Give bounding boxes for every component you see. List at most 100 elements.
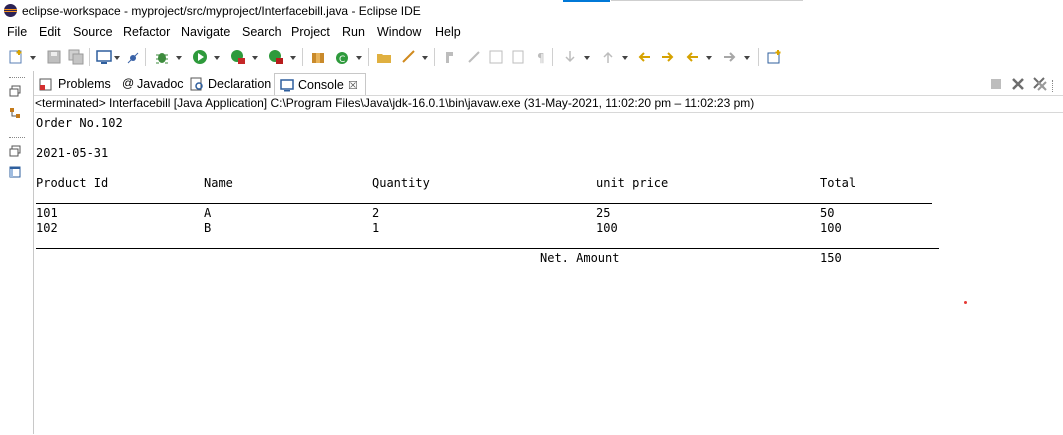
- forward-arrow-icon[interactable]: [722, 49, 738, 65]
- new-dropdown-arrow[interactable]: [30, 56, 36, 60]
- coverage-icon[interactable]: [230, 49, 246, 65]
- open-perspective-icon[interactable]: [766, 49, 782, 65]
- terminate-icon[interactable]: [989, 77, 1003, 91]
- drag-handle[interactable]: [9, 137, 25, 140]
- menu-project[interactable]: Project: [291, 25, 330, 39]
- tab-label: Console: [298, 78, 344, 92]
- title-divider: [611, 0, 803, 1]
- last-edit-forward-icon[interactable]: [660, 49, 676, 65]
- view-menu-handle[interactable]: [1052, 80, 1055, 92]
- tab-label: Javadoc: [137, 77, 184, 91]
- toolbar-separator: [552, 48, 553, 66]
- menu-run[interactable]: Run: [342, 25, 365, 39]
- search-dropdown-arrow[interactable]: [422, 56, 428, 60]
- toolbar-separator: [758, 48, 759, 66]
- terminal-dropdown-arrow[interactable]: [114, 56, 120, 60]
- eclipse-logo-icon: [4, 4, 17, 17]
- title-bar: eclipse-workspace - myproject/src/myproj…: [0, 0, 1063, 22]
- debug-dropdown-arrow[interactable]: [176, 56, 182, 60]
- save-all-icon[interactable]: [68, 49, 84, 65]
- tab-javadoc[interactable]: @ Javadoc: [122, 73, 188, 95]
- new-class-dropdown-arrow[interactable]: [356, 56, 362, 60]
- toggle-mark-occurrences-icon[interactable]: [442, 49, 458, 65]
- declaration-icon: [190, 77, 203, 91]
- restore-icon[interactable]: [9, 145, 21, 157]
- menu-help[interactable]: Help: [435, 25, 461, 39]
- toolbar-separator: [302, 48, 303, 66]
- menu-source[interactable]: Source: [73, 25, 113, 39]
- svg-text:C: C: [339, 55, 345, 65]
- row-2-quantity: 1: [372, 221, 380, 235]
- row-1-quantity: 2: [372, 206, 380, 220]
- tab-declaration[interactable]: Declaration: [190, 73, 274, 95]
- terminal-icon[interactable]: [96, 49, 112, 65]
- order-date: 2021-05-31: [36, 146, 109, 160]
- menu-bar: File Edit Source Refactor Navigate Searc…: [0, 22, 1063, 43]
- next-annotation-dropdown-arrow[interactable]: [584, 56, 590, 60]
- toggle-breadcrumb-icon[interactable]: [466, 49, 482, 65]
- console-output[interactable]: Order No.102 2021-05-31 Product Id Name …: [35, 112, 1063, 435]
- skip-breakpoints-icon[interactable]: [125, 49, 141, 65]
- run-dropdown-arrow[interactable]: [214, 56, 220, 60]
- console-icon: [280, 79, 294, 92]
- net-amount-label: Net. Amount: [540, 251, 620, 265]
- forward-dropdown-arrow[interactable]: [744, 56, 750, 60]
- menu-window[interactable]: Window: [377, 25, 421, 39]
- row-1-name: A: [204, 206, 212, 220]
- hierarchy-icon[interactable]: [9, 107, 21, 119]
- back-dropdown-arrow[interactable]: [706, 56, 712, 60]
- run-icon[interactable]: [192, 49, 208, 65]
- tab-console[interactable]: Console ☒: [274, 73, 366, 95]
- header-total: Total: [820, 176, 857, 190]
- debug-icon[interactable]: [154, 49, 170, 65]
- row-1-unit-price: 25: [596, 206, 611, 220]
- menu-refactor[interactable]: Refactor: [123, 25, 170, 39]
- next-annotation-icon[interactable]: [562, 49, 578, 65]
- title-accent-bar: [563, 0, 610, 2]
- save-icon[interactable]: [46, 49, 62, 65]
- previous-annotation-icon[interactable]: [600, 49, 616, 65]
- menu-search[interactable]: Search: [242, 25, 282, 39]
- row-2-product-id: 102: [36, 221, 58, 235]
- last-edit-location-icon[interactable]: [636, 49, 652, 65]
- header-divider: [36, 203, 932, 204]
- coverage-dropdown-arrow[interactable]: [252, 56, 258, 60]
- svg-text:¶: ¶: [537, 51, 545, 65]
- row-1-total: 50: [820, 206, 835, 220]
- row-2-total: 100: [820, 221, 842, 235]
- left-trim-stack: [0, 71, 34, 434]
- pilcrow-icon[interactable]: ¶: [534, 49, 550, 65]
- row-2-name: B: [204, 221, 212, 235]
- back-arrow-icon[interactable]: [684, 49, 700, 65]
- total-divider: [36, 248, 939, 249]
- toggle-block-selection-icon[interactable]: [488, 49, 504, 65]
- toolbar-separator: [145, 48, 146, 66]
- search-icon[interactable]: [400, 49, 416, 65]
- close-icon[interactable]: ☒: [348, 79, 358, 92]
- menu-navigate[interactable]: Navigate: [181, 25, 230, 39]
- new-java-class-icon[interactable]: C: [334, 49, 350, 65]
- outline-icon[interactable]: [9, 166, 21, 178]
- window-title: eclipse-workspace - myproject/src/myproj…: [22, 4, 421, 18]
- new-java-package-icon[interactable]: [310, 49, 326, 65]
- show-whitespace-icon[interactable]: [510, 49, 526, 65]
- drag-handle[interactable]: [9, 77, 25, 80]
- remove-all-terminated-icon[interactable]: [1033, 77, 1047, 91]
- new-icon[interactable]: [8, 49, 24, 65]
- tab-label: Problems: [58, 77, 111, 91]
- restore-icon[interactable]: [9, 85, 21, 97]
- javadoc-icon: @: [122, 76, 135, 90]
- previous-annotation-dropdown-arrow[interactable]: [622, 56, 628, 60]
- external-tools-dropdown-arrow[interactable]: [290, 56, 296, 60]
- external-tools-icon[interactable]: [268, 49, 284, 65]
- tab-problems[interactable]: Problems: [38, 73, 120, 95]
- open-type-icon[interactable]: [376, 49, 392, 65]
- menu-edit[interactable]: Edit: [39, 25, 61, 39]
- remove-launch-icon[interactable]: [1011, 77, 1025, 91]
- header-unit-price: unit price: [596, 176, 669, 190]
- toolbar-separator: [434, 48, 435, 66]
- menu-file[interactable]: File: [7, 25, 27, 39]
- problems-icon: [39, 78, 52, 91]
- order-number: Order No.102: [36, 116, 123, 130]
- header-product-id: Product Id: [36, 176, 109, 190]
